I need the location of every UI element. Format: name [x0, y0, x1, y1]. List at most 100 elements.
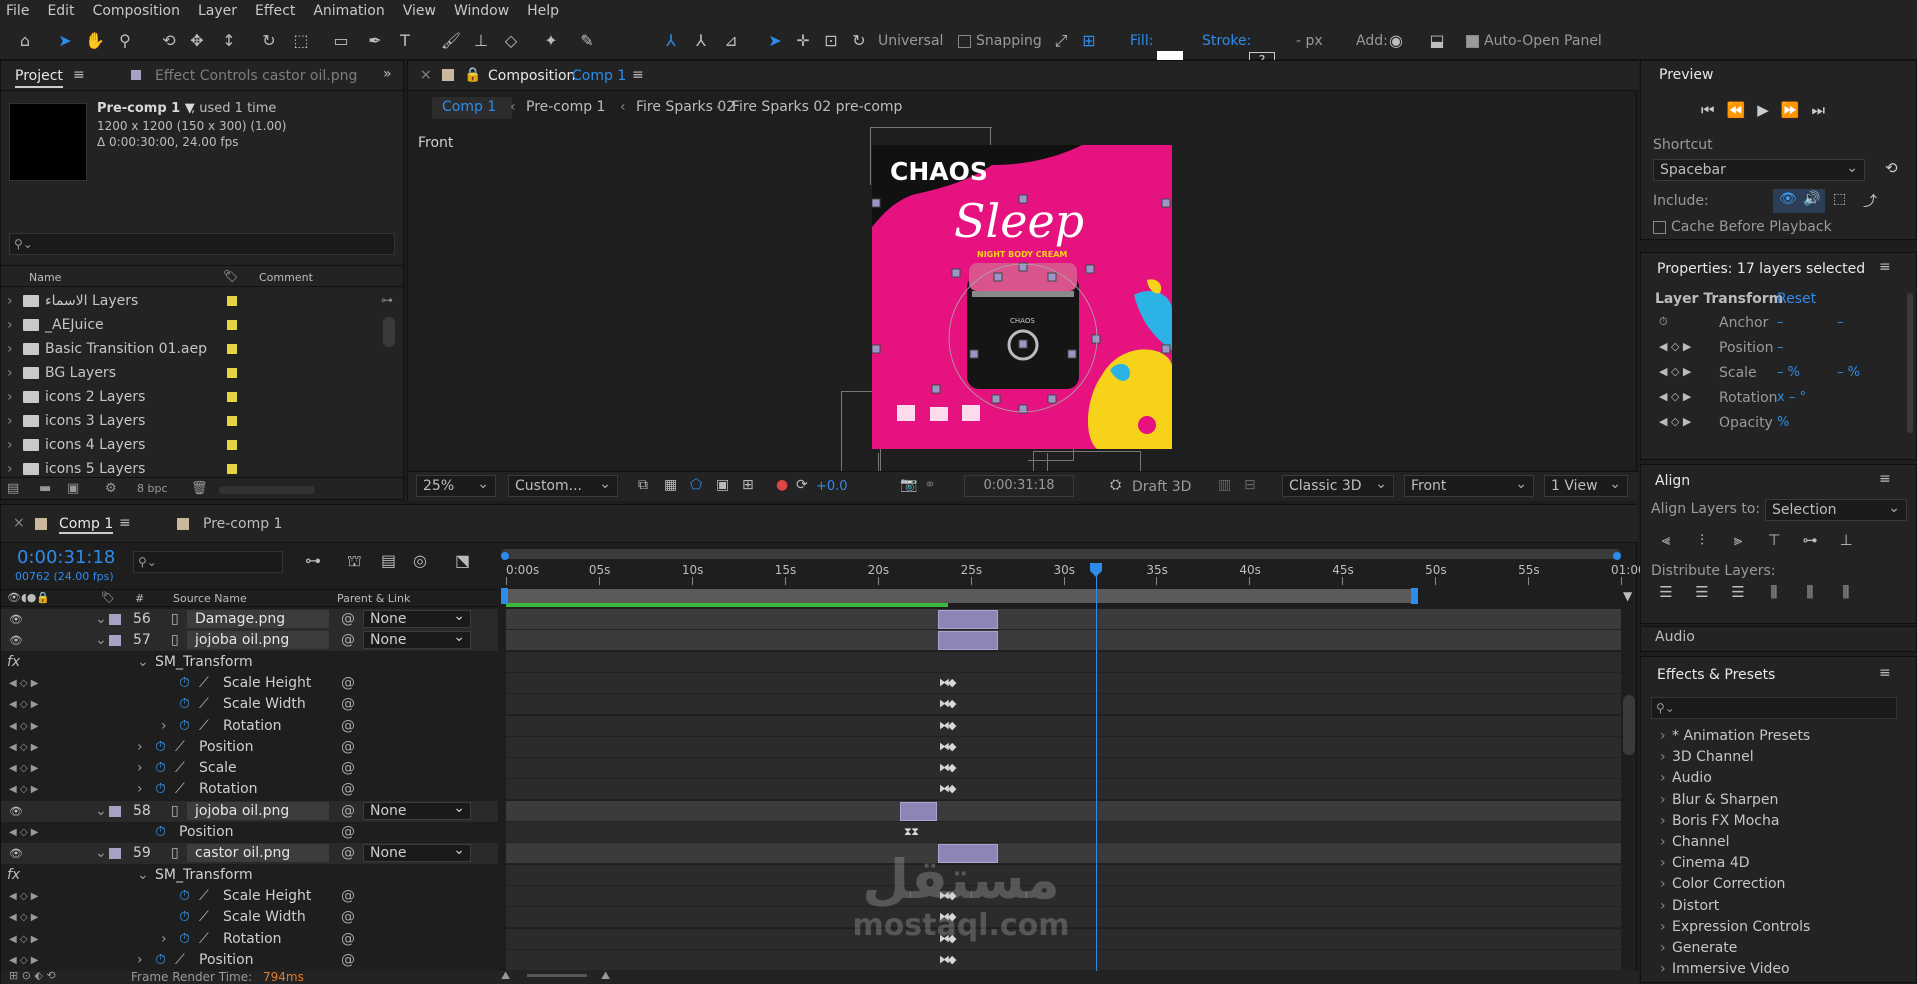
universal-select-icon[interactable]: ➤	[764, 30, 786, 52]
prop-value[interactable]: –	[1777, 315, 1784, 330]
new-comp-icon[interactable]: ▣	[67, 481, 79, 496]
expand-arrow-icon[interactable]: ›	[7, 361, 13, 385]
interpret-icon[interactable]: ▤	[7, 481, 19, 496]
align-to-select[interactable]: Selection	[1765, 498, 1907, 521]
breadcrumb-item[interactable]: Pre-comp 1	[526, 99, 605, 115]
anchor-tool-icon[interactable]: ⬚	[290, 30, 312, 52]
label-color-swatch[interactable]	[227, 464, 237, 474]
work-area-end[interactable]	[1411, 588, 1418, 604]
timeline-scrollbar[interactable]	[1623, 695, 1635, 755]
eraser-tool-icon[interactable]: ◇	[500, 30, 522, 52]
graph-editor-icon[interactable]: ⬔	[455, 551, 470, 570]
project-menu-icon[interactable]: ≡	[73, 67, 85, 83]
keyframe-marker[interactable]: ⧓◆	[939, 761, 957, 774]
puppet-tool-icon[interactable]: ✎	[576, 30, 598, 52]
zoom-out-icon[interactable]: ⛰	[501, 969, 510, 983]
work-area-navigator[interactable]	[501, 549, 1621, 559]
flowchart-icon[interactable]: ⊶	[381, 293, 395, 315]
roto-tool-icon[interactable]: ✦	[540, 30, 562, 52]
track-row[interactable]: ⧓◆	[506, 950, 1621, 971]
distribute-top-icon[interactable]: ☰	[1655, 583, 1677, 605]
menu-layer[interactable]: Layer	[198, 3, 237, 19]
auto-open-checkbox[interactable]: Auto-Open Panel	[1466, 33, 1602, 49]
audio-title[interactable]: Audio	[1655, 629, 1695, 645]
track-row[interactable]	[506, 652, 1621, 673]
keyframe-nav-icon[interactable]: ◀ ◇ ▶	[1659, 390, 1691, 403]
draft3d-icon[interactable]: ⛭	[1110, 477, 1121, 493]
tab-comp1[interactable]: Comp 1	[59, 516, 114, 534]
orbit-tool-icon[interactable]: ⟲	[158, 30, 180, 52]
work-area-bar[interactable]	[504, 589, 1414, 603]
effect-category[interactable]: Boris FX Mocha	[1660, 813, 1900, 834]
draft3d-label[interactable]: Draft 3D	[1132, 479, 1191, 495]
brush-tool-icon[interactable]: 🖌	[440, 30, 462, 52]
views-select[interactable]: 1 View	[1544, 474, 1628, 497]
tab-project[interactable]: Project	[15, 68, 63, 88]
menu-help[interactable]: Help	[527, 3, 559, 19]
project-item[interactable]: › الاسماء Layers	[1, 289, 381, 313]
track-row[interactable]: ⧗ ⧗	[506, 822, 1621, 843]
track-area[interactable]: ⧓◆ ⧓◆ ⧓◆ ⧓◆ ⧓◆ ⧓◆ ⧗ ⧗ ⧓◆ ⧓◆ ⧓◆ ⧓◆	[1, 609, 1638, 975]
project-item[interactable]: › icons 4 Layers	[1, 433, 381, 457]
expand-arrow-icon[interactable]: ›	[7, 289, 13, 313]
3d-ground-icon[interactable]: ▥	[1218, 477, 1231, 493]
channel-icon[interactable]: ●	[776, 477, 788, 493]
frame-blending-icon[interactable]: ▤	[381, 551, 396, 570]
home-icon[interactable]: ⌂	[14, 30, 36, 52]
effect-category[interactable]: * Animation Presets	[1660, 728, 1900, 749]
effect-category[interactable]: Blur & Sharpen	[1660, 792, 1900, 813]
work-area-start[interactable]	[501, 588, 508, 604]
include-external-icon[interactable]: ⤴	[1863, 191, 1877, 211]
hand-tool-icon[interactable]: ✋	[84, 30, 106, 52]
transform-prop-row[interactable]: ⏱ Anchor – –	[1641, 313, 1901, 337]
label-col-icon[interactable]: 🏷	[101, 591, 115, 604]
zoom-tool-icon[interactable]: ⚲	[114, 30, 136, 52]
zoom-select[interactable]: 25%	[416, 474, 496, 497]
effect-category[interactable]: Generate	[1660, 940, 1900, 961]
comp-menu-icon[interactable]: ≡	[632, 67, 644, 83]
timeline-menu-icon[interactable]: ≡	[119, 515, 131, 531]
label-color-swatch[interactable]	[227, 416, 237, 426]
effect-category[interactable]: Immersive Video	[1660, 961, 1900, 982]
keyframe-nav-icon[interactable]: ◀ ◇ ▶	[1659, 340, 1691, 353]
effect-category[interactable]: Channel	[1660, 834, 1900, 855]
col-source-name[interactable]: Source Name	[173, 592, 247, 605]
play-icon[interactable]: ▶	[1757, 101, 1781, 119]
prop-value[interactable]: %	[1777, 415, 1789, 430]
world-axis-icon[interactable]: ⅄	[690, 30, 712, 52]
project-item[interactable]: › icons 3 Layers	[1, 409, 381, 433]
project-item[interactable]: › icons 2 Layers	[1, 385, 381, 409]
extra-panel-icon[interactable]: ⬓	[1426, 30, 1448, 52]
align-right-icon[interactable]: ⫸	[1727, 531, 1749, 553]
menu-view[interactable]: View	[403, 3, 436, 19]
menu-composition[interactable]: Composition	[93, 3, 180, 19]
keyframe-marker[interactable]: ⧓◆	[939, 740, 957, 753]
keyframe-nav-icon[interactable]: ◀ ◇ ▶	[1659, 365, 1691, 378]
nav-start-handle[interactable]	[501, 552, 509, 560]
view-axis-icon[interactable]: ⊿	[720, 30, 742, 52]
distribute-hcenter-icon[interactable]: ⫼	[1799, 583, 1821, 605]
include-overlay-icon[interactable]: ⬚	[1833, 191, 1846, 207]
effect-category[interactable]: 3D Channel	[1660, 749, 1900, 770]
tab-effect-controls[interactable]: Effect Controls castor oil.png	[155, 68, 357, 84]
project-item[interactable]: › _AEJuice	[1, 313, 381, 337]
snap-grid-icon[interactable]: ⊞	[1078, 30, 1100, 52]
project-item[interactable]: › Basic Transition 01.aep	[1, 337, 381, 361]
effect-category[interactable]: Audio	[1660, 770, 1900, 791]
align-vcenter-icon[interactable]: ⊶	[1799, 531, 1821, 553]
motion-blur-icon[interactable]: ◎	[413, 551, 427, 570]
effect-category[interactable]: Distort	[1660, 898, 1900, 919]
local-axis-icon[interactable]: ⅄	[660, 30, 682, 52]
new-folder-icon[interactable]: ▬	[39, 481, 51, 496]
snap-options-icon[interactable]: ⤢	[1050, 30, 1072, 52]
tab-composition[interactable]: Comp 1	[572, 68, 626, 84]
prev-frame-icon[interactable]: ⏪	[1727, 101, 1758, 119]
align-left-icon[interactable]: ⫷	[1655, 531, 1677, 553]
include-audio-icon[interactable]: 🔊	[1803, 191, 1820, 207]
col-name[interactable]: Name	[29, 271, 61, 284]
properties-menu-icon[interactable]: ≡	[1879, 259, 1891, 275]
av-switches-icon[interactable]: 👁◖●🔒	[7, 591, 50, 604]
track-row[interactable]	[506, 630, 1621, 651]
distribute-vcenter-icon[interactable]: ☰	[1691, 583, 1713, 605]
menu-file[interactable]: File	[6, 3, 29, 19]
